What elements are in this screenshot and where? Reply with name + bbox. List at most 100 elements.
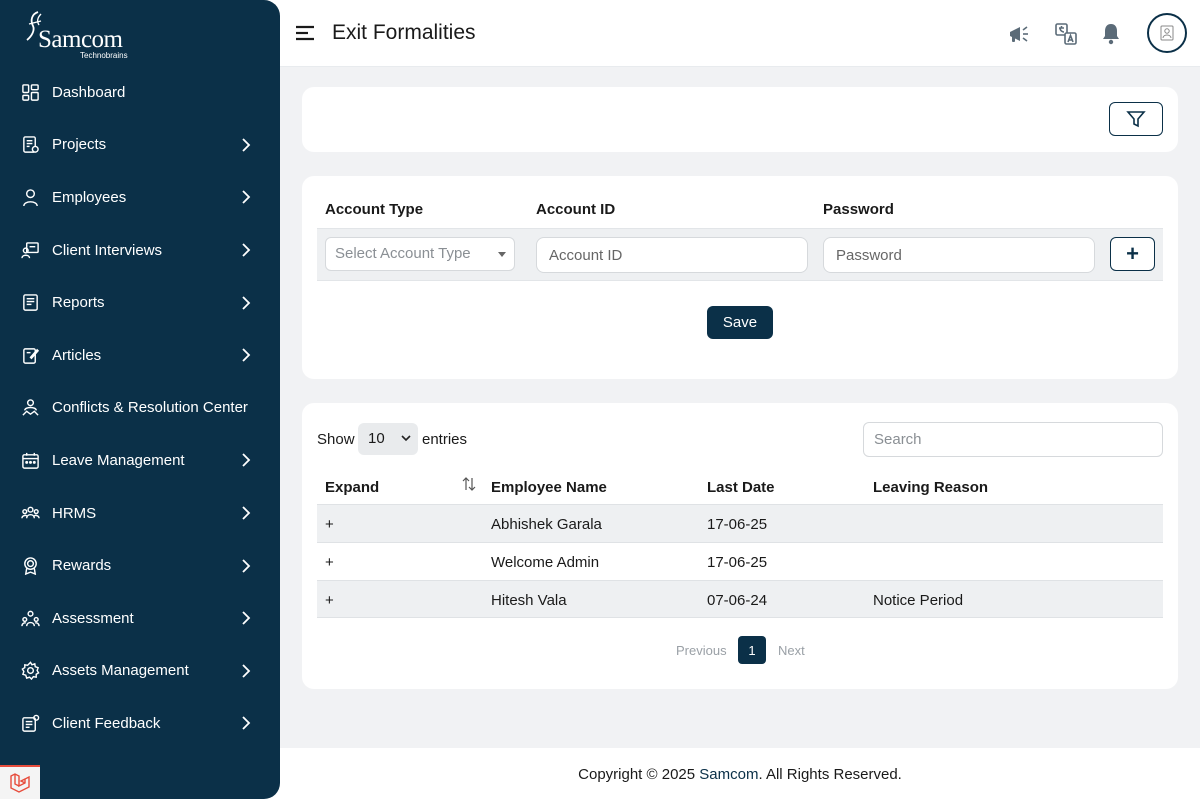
account-form-row: Select Account Type + — [317, 228, 1163, 281]
sidebar-item-assets-management[interactable]: Assets Management — [0, 645, 280, 698]
sidebar: Samcom Technobrains Dashboard Projects E… — [0, 0, 280, 799]
laravel-icon — [10, 773, 30, 793]
password-input[interactable] — [823, 237, 1095, 273]
dashboard-icon — [20, 82, 40, 102]
sidebar-item-projects[interactable]: Projects — [0, 119, 280, 172]
chevron-right-icon — [242, 348, 251, 362]
column-header-expand[interactable]: Expand — [325, 479, 379, 496]
chevron-right-icon — [242, 716, 251, 731]
entries-select[interactable]: 10 — [358, 423, 418, 455]
search-input[interactable] — [863, 422, 1163, 457]
account-type-select[interactable]: Select Account Type — [325, 237, 515, 271]
main-content: Account Type Account ID Password Select … — [280, 67, 1200, 748]
sidebar-item-reports[interactable]: Reports — [0, 276, 280, 329]
footer-copyright-suffix: . All Rights Reserved. — [758, 766, 902, 783]
logo[interactable]: Samcom Technobrains — [22, 10, 142, 60]
chevron-right-icon — [242, 559, 251, 573]
exit-table-card: Show 10 entries Expand Employee Name Las… — [302, 403, 1178, 689]
sidebar-item-label: Leave Management — [52, 451, 185, 469]
sidebar-item-label: HRMS — [52, 504, 97, 522]
page-title: Exit Formalities — [332, 21, 476, 44]
pagination-previous[interactable]: Previous — [676, 643, 727, 658]
conflict-icon — [20, 398, 40, 418]
expand-row-button[interactable]: + — [325, 516, 334, 533]
sidebar-item-client-interviews[interactable]: Client Interviews — [0, 224, 280, 277]
reports-icon — [20, 293, 40, 313]
chevron-right-icon — [242, 664, 251, 678]
sidebar-item-hrms[interactable]: HRMS — [0, 487, 280, 540]
sidebar-item-label: Dashboard — [52, 83, 126, 101]
projects-icon — [20, 135, 40, 155]
sidebar-item-conflicts-resolution[interactable]: Conflicts & Resolution Center — [0, 382, 280, 435]
last-date-cell: 07-06-24 — [707, 592, 768, 609]
bell-icon[interactable] — [1099, 22, 1123, 46]
expand-row-button[interactable]: + — [325, 592, 334, 609]
sidebar-item-label: Articles — [52, 346, 102, 364]
sidebar-item-articles[interactable]: Articles — [0, 329, 280, 382]
sidebar-item-label: Client Interviews — [52, 241, 163, 259]
sidebar-item-leave-management[interactable]: Leave Management — [0, 434, 280, 487]
expand-row-button[interactable]: + — [325, 554, 334, 571]
last-date-cell: 17-06-25 — [707, 516, 768, 533]
hrms-icon — [20, 503, 40, 523]
sidebar-item-label: Reports — [52, 294, 105, 312]
gear-icon — [20, 661, 40, 681]
sidebar-item-label: Assets Management — [52, 662, 189, 680]
column-header-leaving-reason[interactable]: Leaving Reason — [873, 479, 988, 496]
employee-name-cell: Hitesh Vala — [491, 592, 567, 609]
chevron-right-icon — [242, 243, 251, 257]
table-row[interactable]: + Abhishek Garala 17-06-25 — [317, 504, 1163, 542]
last-date-cell: 17-06-25 — [707, 554, 768, 571]
pagination-page-1[interactable]: 1 — [738, 636, 766, 664]
account-id-label: Account ID — [536, 201, 616, 218]
add-row-button[interactable]: + — [1110, 237, 1155, 271]
sidebar-item-employees[interactable]: Employees — [0, 171, 280, 224]
laravel-debugbar-button[interactable] — [0, 765, 40, 799]
sidebar-item-dashboard[interactable]: Dashboard — [0, 66, 280, 119]
column-header-last-date[interactable]: Last Date — [707, 479, 775, 496]
footer: Copyright © 2025 Samcom. All Rights Rese… — [280, 748, 1200, 799]
sidebar-item-label: Assessment — [52, 609, 134, 627]
chevron-right-icon — [242, 296, 251, 310]
chevron-down-icon — [401, 435, 411, 442]
account-form-card: Account Type Account ID Password Select … — [302, 176, 1178, 379]
pagination-next[interactable]: Next — [778, 643, 805, 658]
sidebar-item-label: Employees — [52, 188, 127, 206]
account-type-placeholder: Select Account Type — [335, 245, 471, 262]
sidebar-nav: Dashboard Projects Employees Client Inte… — [0, 66, 280, 750]
table-row[interactable]: + Welcome Admin 17-06-25 — [317, 542, 1163, 580]
user-icon — [20, 187, 40, 207]
table-body: + Abhishek Garala 17-06-25 + Welcome Adm… — [317, 504, 1163, 618]
column-header-employee-name[interactable]: Employee Name — [491, 479, 607, 496]
user-avatar-icon — [1160, 25, 1174, 41]
filter-icon — [1126, 111, 1146, 128]
filter-button[interactable] — [1109, 102, 1163, 136]
avatar[interactable] — [1147, 13, 1187, 53]
save-button[interactable]: Save — [707, 306, 773, 339]
sidebar-item-label: Rewards — [52, 557, 112, 575]
account-id-input[interactable] — [536, 237, 808, 273]
sidebar-item-label: Projects — [52, 136, 107, 154]
top-header: Exit Formalities — [280, 0, 1200, 67]
chevron-right-icon — [242, 453, 251, 468]
sidebar-item-assessment[interactable]: Assessment — [0, 592, 280, 645]
footer-brand-link[interactable]: Samcom — [699, 766, 758, 783]
translate-icon[interactable] — [1054, 22, 1078, 46]
interview-icon — [20, 240, 40, 260]
rewards-icon — [20, 556, 40, 576]
entries-value: 10 — [368, 430, 385, 447]
sort-icon[interactable] — [460, 475, 478, 493]
megaphone-icon[interactable] — [1007, 22, 1031, 46]
employee-name-cell: Abhishek Garala — [491, 516, 602, 533]
password-label: Password — [823, 201, 894, 218]
chevron-right-icon — [242, 190, 251, 205]
menu-toggle-icon[interactable] — [296, 25, 314, 41]
assessment-icon — [20, 608, 40, 628]
sidebar-item-client-feedback[interactable]: Client Feedback — [0, 697, 280, 750]
table-row[interactable]: + Hitesh Vala 07-06-24 Notice Period — [317, 580, 1163, 618]
employee-name-cell: Welcome Admin — [491, 554, 600, 571]
caret-down-icon — [498, 252, 506, 257]
leaving-reason-cell: Notice Period — [873, 592, 964, 609]
filter-card — [302, 87, 1178, 152]
sidebar-item-rewards[interactable]: Rewards — [0, 539, 280, 592]
